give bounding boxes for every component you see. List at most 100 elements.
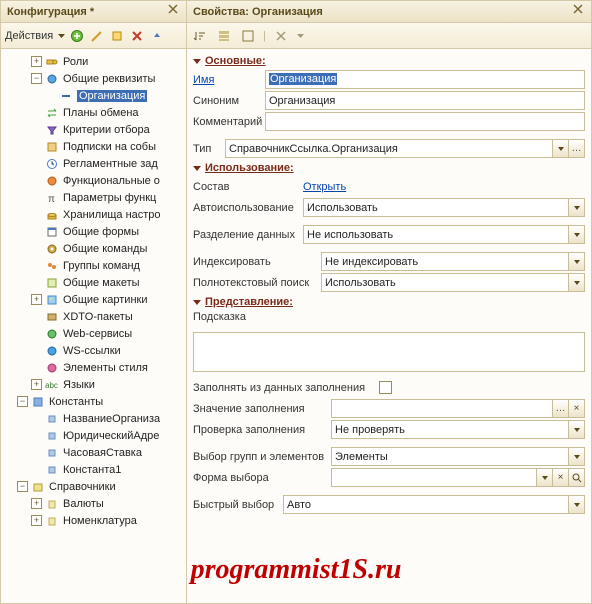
collapse-icon[interactable]: − [17, 481, 28, 492]
wizard-icon[interactable] [108, 27, 126, 45]
expand-icon[interactable]: + [31, 294, 42, 305]
tree-node-common-attrs[interactable]: −Общие реквизиты [3, 70, 186, 87]
type-input[interactable] [225, 139, 553, 158]
svg-text:π: π [48, 194, 55, 204]
tree-node-event-subscriptions[interactable]: Подписки на собы [3, 138, 186, 155]
up-icon[interactable] [148, 27, 166, 45]
close-right-icon[interactable] [573, 4, 587, 18]
tree-node-settings-storages[interactable]: Хранилища настро [3, 206, 186, 223]
tree-node-selection-criteria[interactable]: Критерии отбора [3, 121, 186, 138]
palette-icon [44, 361, 60, 375]
auto-use-dropdown-button[interactable] [568, 198, 585, 217]
tree-node-common-forms[interactable]: Общие формы [3, 223, 186, 240]
tree-node-cat-currency[interactable]: +Валюты [3, 495, 186, 512]
tree-node-constants[interactable]: −Константы [3, 393, 186, 410]
gear-icon [44, 242, 60, 256]
comment-input[interactable] [265, 112, 585, 131]
expand-icon[interactable]: + [31, 515, 42, 526]
tree-node-exchange-plans[interactable]: Планы обмена [3, 104, 186, 121]
fill-check-select[interactable] [331, 420, 569, 439]
name-input[interactable]: Организация [265, 70, 585, 89]
actions-dropdown-icon[interactable] [57, 32, 66, 40]
pi-icon: π [44, 191, 60, 205]
choose-form-input[interactable] [331, 468, 537, 487]
tree-node-c-legal-addr[interactable]: ЮридическийАдре [3, 427, 186, 444]
tree-node-ws-refs[interactable]: WS-ссылки [3, 342, 186, 359]
config-tree[interactable]: +Роли −Общие реквизиты Организация Планы… [1, 49, 186, 603]
indexing-select[interactable] [321, 252, 569, 271]
tree-node-functional-options[interactable]: Функциональные о [3, 172, 186, 189]
open-link[interactable]: Открыть [303, 181, 352, 193]
section-usage[interactable]: Использование: [193, 162, 585, 174]
fill-check-dropdown-button[interactable] [568, 420, 585, 439]
collapse-icon[interactable]: − [17, 396, 28, 407]
constant-icon [44, 412, 60, 426]
groups-elems-dropdown-button[interactable] [568, 447, 585, 466]
section-main[interactable]: Основные: [193, 55, 585, 67]
label-fill-check: Проверка заполнения [193, 424, 331, 436]
tree-node-common-pictures[interactable]: +Общие картинки [3, 291, 186, 308]
tree-node-languages[interactable]: +abcЯзыки [3, 376, 186, 393]
delete-icon[interactable] [128, 27, 146, 45]
type-dialog-button[interactable]: … [568, 139, 585, 158]
section-presentation[interactable]: Представление: [193, 296, 585, 308]
clear-icon[interactable] [272, 27, 290, 45]
choose-form-lens-button[interactable] [568, 468, 585, 487]
tree-node-c-const1[interactable]: Константа1 [3, 461, 186, 478]
left-panel-header: Конфигурация * [1, 1, 186, 23]
categories-icon[interactable] [215, 27, 233, 45]
tree-node-cat-nomenclature[interactable]: +Номенклатура [3, 512, 186, 529]
synonym-input[interactable] [265, 91, 585, 110]
tree-node-common-commands[interactable]: Общие команды [3, 240, 186, 257]
fill-value-input[interactable] [331, 399, 553, 418]
fill-from-checkbox[interactable] [379, 381, 392, 394]
indexing-dropdown-button[interactable] [568, 252, 585, 271]
label-content: Состав [193, 181, 303, 193]
tree-node-organization[interactable]: Организация [3, 87, 186, 104]
group-icon [44, 259, 60, 273]
tree-node-scheduled-jobs[interactable]: Регламентные зад [3, 155, 186, 172]
tree-node-common-templates[interactable]: Общие макеты [3, 274, 186, 291]
tree-node-c-org-name[interactable]: НазваниеОрганиза [3, 410, 186, 427]
fulltext-dropdown-button[interactable] [568, 273, 585, 292]
expand-icon[interactable]: + [31, 498, 42, 509]
data-sep-select[interactable] [303, 225, 569, 244]
clock-icon [44, 157, 60, 171]
tree-node-function-params[interactable]: πПараметры функц [3, 189, 186, 206]
quick-choice-dropdown-button[interactable] [568, 495, 585, 514]
groups-elems-select[interactable] [331, 447, 569, 466]
choose-form-clear-button[interactable]: × [552, 468, 569, 487]
fulltext-select[interactable] [321, 273, 569, 292]
picture-icon [44, 293, 60, 307]
alpha-icon[interactable] [239, 27, 257, 45]
collapse-icon[interactable]: − [31, 73, 42, 84]
fill-value-dialog-button[interactable]: … [552, 399, 569, 418]
tree-node-web-services[interactable]: Web-сервисы [3, 325, 186, 342]
label-name[interactable]: Имя [193, 74, 265, 86]
quick-choice-select[interactable] [283, 495, 569, 514]
hint-textarea[interactable] [193, 332, 585, 372]
edit-icon[interactable] [88, 27, 106, 45]
tree-node-command-groups[interactable]: Группы команд [3, 257, 186, 274]
clear-dropdown-icon[interactable] [296, 32, 305, 40]
data-sep-dropdown-button[interactable] [568, 225, 585, 244]
tree-node-catalogs[interactable]: −Справочники [3, 478, 186, 495]
template-icon [44, 276, 60, 290]
close-left-icon[interactable] [168, 4, 182, 18]
tree-node-c-hourly-rate[interactable]: ЧасоваяСтавка [3, 444, 186, 461]
sort-icon[interactable] [191, 27, 209, 45]
label-indexing: Индексировать [193, 256, 321, 268]
tree-node-style-elements[interactable]: Элементы стиля [3, 359, 186, 376]
actions-menu[interactable]: Действия [5, 30, 53, 42]
auto-use-select[interactable] [303, 198, 569, 217]
type-dropdown-button[interactable] [552, 139, 569, 158]
expand-icon[interactable]: + [31, 379, 42, 390]
label-fill-value: Значение заполнения [193, 403, 331, 415]
add-icon[interactable] [68, 27, 86, 45]
expand-icon[interactable]: + [31, 56, 42, 67]
fill-value-clear-button[interactable]: × [568, 399, 585, 418]
left-toolbar: Действия [1, 23, 186, 49]
tree-node-xdto[interactable]: XDTO-пакеты [3, 308, 186, 325]
choose-form-dropdown-button[interactable] [536, 468, 553, 487]
tree-node-roles[interactable]: +Роли [3, 53, 186, 70]
